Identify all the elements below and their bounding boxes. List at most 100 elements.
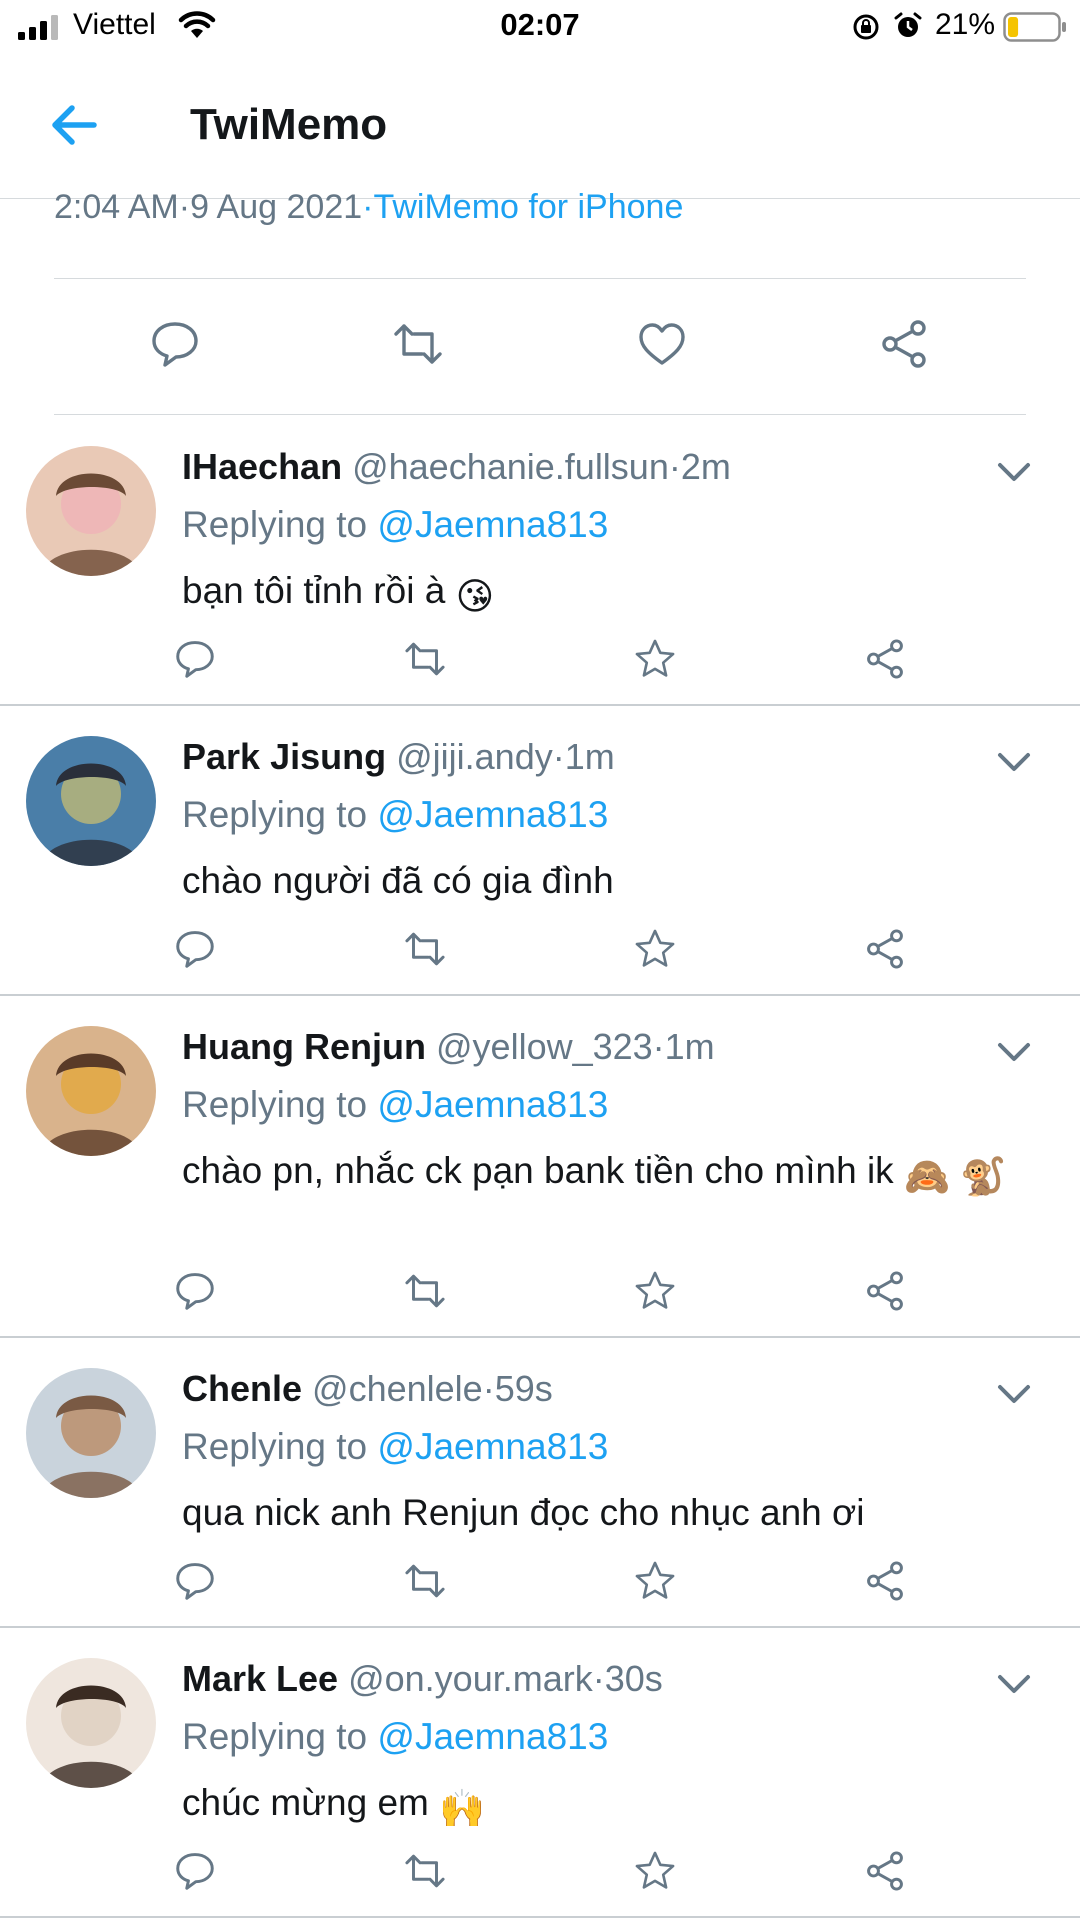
reply-action-bar (0, 1848, 1080, 1904)
reply-action-bar (0, 926, 1080, 982)
reply-item[interactable]: Huang Renjun @yellow_323·1m Replying to … (0, 996, 1080, 1338)
reply-header: Park Jisung @jiji.andy·1m (182, 736, 615, 778)
reply-emoji: 🙌 (439, 1788, 486, 1829)
heart-icon[interactable] (634, 316, 690, 372)
reply-text: qua nick anh Renjun đọc cho nhục anh ơi (182, 1486, 1042, 1540)
mention-link[interactable]: @Jaemna813 (377, 794, 608, 835)
user-handle[interactable]: @jiji.andy (396, 736, 553, 777)
reply-text: chào người đã có gia đình (182, 854, 1042, 908)
chevron-down-icon[interactable] (996, 748, 1032, 776)
star-icon[interactable] (632, 926, 678, 972)
mention-link[interactable]: @Jaemna813 (377, 504, 608, 545)
mention-link[interactable]: @Jaemna813 (377, 1084, 608, 1125)
avatar[interactable] (26, 446, 156, 576)
tweet-time: 2:04 AM (54, 188, 179, 226)
user-display-name[interactable]: Mark Lee (182, 1658, 338, 1699)
reply-body: chào người đã có gia đình (182, 860, 614, 901)
replying-to: Replying to @Jaemna813 (182, 794, 608, 836)
reply-item[interactable]: IHaechan @haechanie.fullsun·2m Replying … (0, 416, 1080, 706)
avatar[interactable] (26, 1368, 156, 1498)
chevron-down-icon[interactable] (996, 1380, 1032, 1408)
tweet-action-bar (0, 310, 1080, 380)
reply-body: qua nick anh Renjun đọc cho nhục anh ơi (182, 1492, 865, 1533)
chevron-down-icon[interactable] (996, 458, 1032, 486)
reply-action-bar (0, 1558, 1080, 1614)
comment-icon[interactable] (172, 1268, 218, 1314)
avatar-photo (26, 736, 156, 866)
reply-time: ·1m (552, 736, 615, 777)
avatar[interactable] (26, 736, 156, 866)
tweet-source-link[interactable]: TwiMemo for iPhone (373, 188, 683, 226)
replying-to-label: Replying to (182, 1084, 368, 1125)
reply-time: ·30s (592, 1658, 663, 1699)
reply-emoji: 😘 (455, 576, 495, 617)
reply-body: chúc mừng em (182, 1782, 429, 1823)
user-display-name[interactable]: Park Jisung (182, 736, 386, 777)
divider (54, 278, 1026, 279)
avatar-photo (26, 1026, 156, 1156)
reply-item[interactable]: Chenle @chenlele·59s Replying to @Jaemna… (0, 1338, 1080, 1628)
star-icon[interactable] (632, 1558, 678, 1604)
reply-item[interactable]: Mark Lee @on.your.mark·30s Replying to @… (0, 1628, 1080, 1918)
avatar-photo (26, 1368, 156, 1498)
meta-separator: · (362, 188, 374, 226)
reply-item[interactable]: Park Jisung @jiji.andy·1m Replying to @J… (0, 706, 1080, 996)
reply-body: bạn tôi tỉnh rồi à (182, 570, 446, 611)
user-handle[interactable]: @yellow_323 (436, 1026, 653, 1067)
share-icon[interactable] (876, 316, 932, 372)
reply-text: bạn tôi tỉnh rồi à 😘 (182, 564, 1042, 624)
comment-icon[interactable] (172, 926, 218, 972)
tweet-meta: 2:04 AM·9 Aug 2021·TwiMemo for iPhone (54, 188, 683, 227)
avatar[interactable] (26, 1026, 156, 1156)
comment-icon[interactable] (147, 316, 203, 372)
avatar[interactable] (26, 1658, 156, 1788)
user-handle[interactable]: @chenlele (312, 1368, 483, 1409)
reply-time: ·1m (652, 1026, 715, 1067)
reply-body: chào pn, nhắc ck pạn bank tiền cho mình … (182, 1150, 894, 1191)
replying-to-label: Replying to (182, 794, 368, 835)
status-bar: Viettel 02:07 21% (0, 0, 1080, 56)
retweet-icon[interactable] (402, 926, 448, 972)
user-handle[interactable]: @haechanie.fullsun (352, 446, 669, 487)
chevron-down-icon[interactable] (996, 1038, 1032, 1066)
retweet-icon[interactable] (402, 1268, 448, 1314)
reply-time: ·59s (482, 1368, 553, 1409)
retweet-icon[interactable] (402, 636, 448, 682)
user-display-name[interactable]: IHaechan (182, 446, 342, 487)
avatar-photo (26, 446, 156, 576)
page-title: TwiMemo (190, 100, 388, 149)
retweet-icon[interactable] (402, 1848, 448, 1894)
retweet-icon[interactable] (390, 316, 446, 372)
mention-link[interactable]: @Jaemna813 (377, 1426, 608, 1467)
back-arrow-icon[interactable] (46, 98, 100, 152)
replying-to: Replying to @Jaemna813 (182, 1084, 608, 1126)
comment-icon[interactable] (172, 1848, 218, 1894)
star-icon[interactable] (632, 1848, 678, 1894)
share-icon[interactable] (862, 1268, 908, 1314)
comment-icon[interactable] (172, 1558, 218, 1604)
comment-icon[interactable] (172, 636, 218, 682)
alarm-icon (894, 12, 922, 37)
retweet-icon[interactable] (402, 1558, 448, 1604)
replying-to-label: Replying to (182, 504, 368, 545)
share-icon[interactable] (862, 1558, 908, 1604)
reply-text: chào pn, nhắc ck pạn bank tiền cho mình … (182, 1144, 1042, 1204)
share-icon[interactable] (862, 926, 908, 972)
star-icon[interactable] (632, 636, 678, 682)
avatar-photo (26, 1658, 156, 1788)
chevron-down-icon[interactable] (996, 1670, 1032, 1698)
rotation-lock-icon (853, 14, 879, 40)
user-handle[interactable]: @on.your.mark (348, 1658, 593, 1699)
share-icon[interactable] (862, 1848, 908, 1894)
tweet-date: 9 Aug 2021 (190, 188, 363, 226)
replying-to-label: Replying to (182, 1426, 368, 1467)
user-display-name[interactable]: Huang Renjun (182, 1026, 426, 1067)
mention-link[interactable]: @Jaemna813 (377, 1716, 608, 1757)
star-icon[interactable] (632, 1268, 678, 1314)
user-display-name[interactable]: Chenle (182, 1368, 302, 1409)
battery-icon (1003, 12, 1066, 42)
replying-to: Replying to @Jaemna813 (182, 1716, 608, 1758)
share-icon[interactable] (862, 636, 908, 682)
reply-time: ·2m (668, 446, 731, 487)
reply-emoji: 🙈 🐒 (903, 1156, 1007, 1197)
